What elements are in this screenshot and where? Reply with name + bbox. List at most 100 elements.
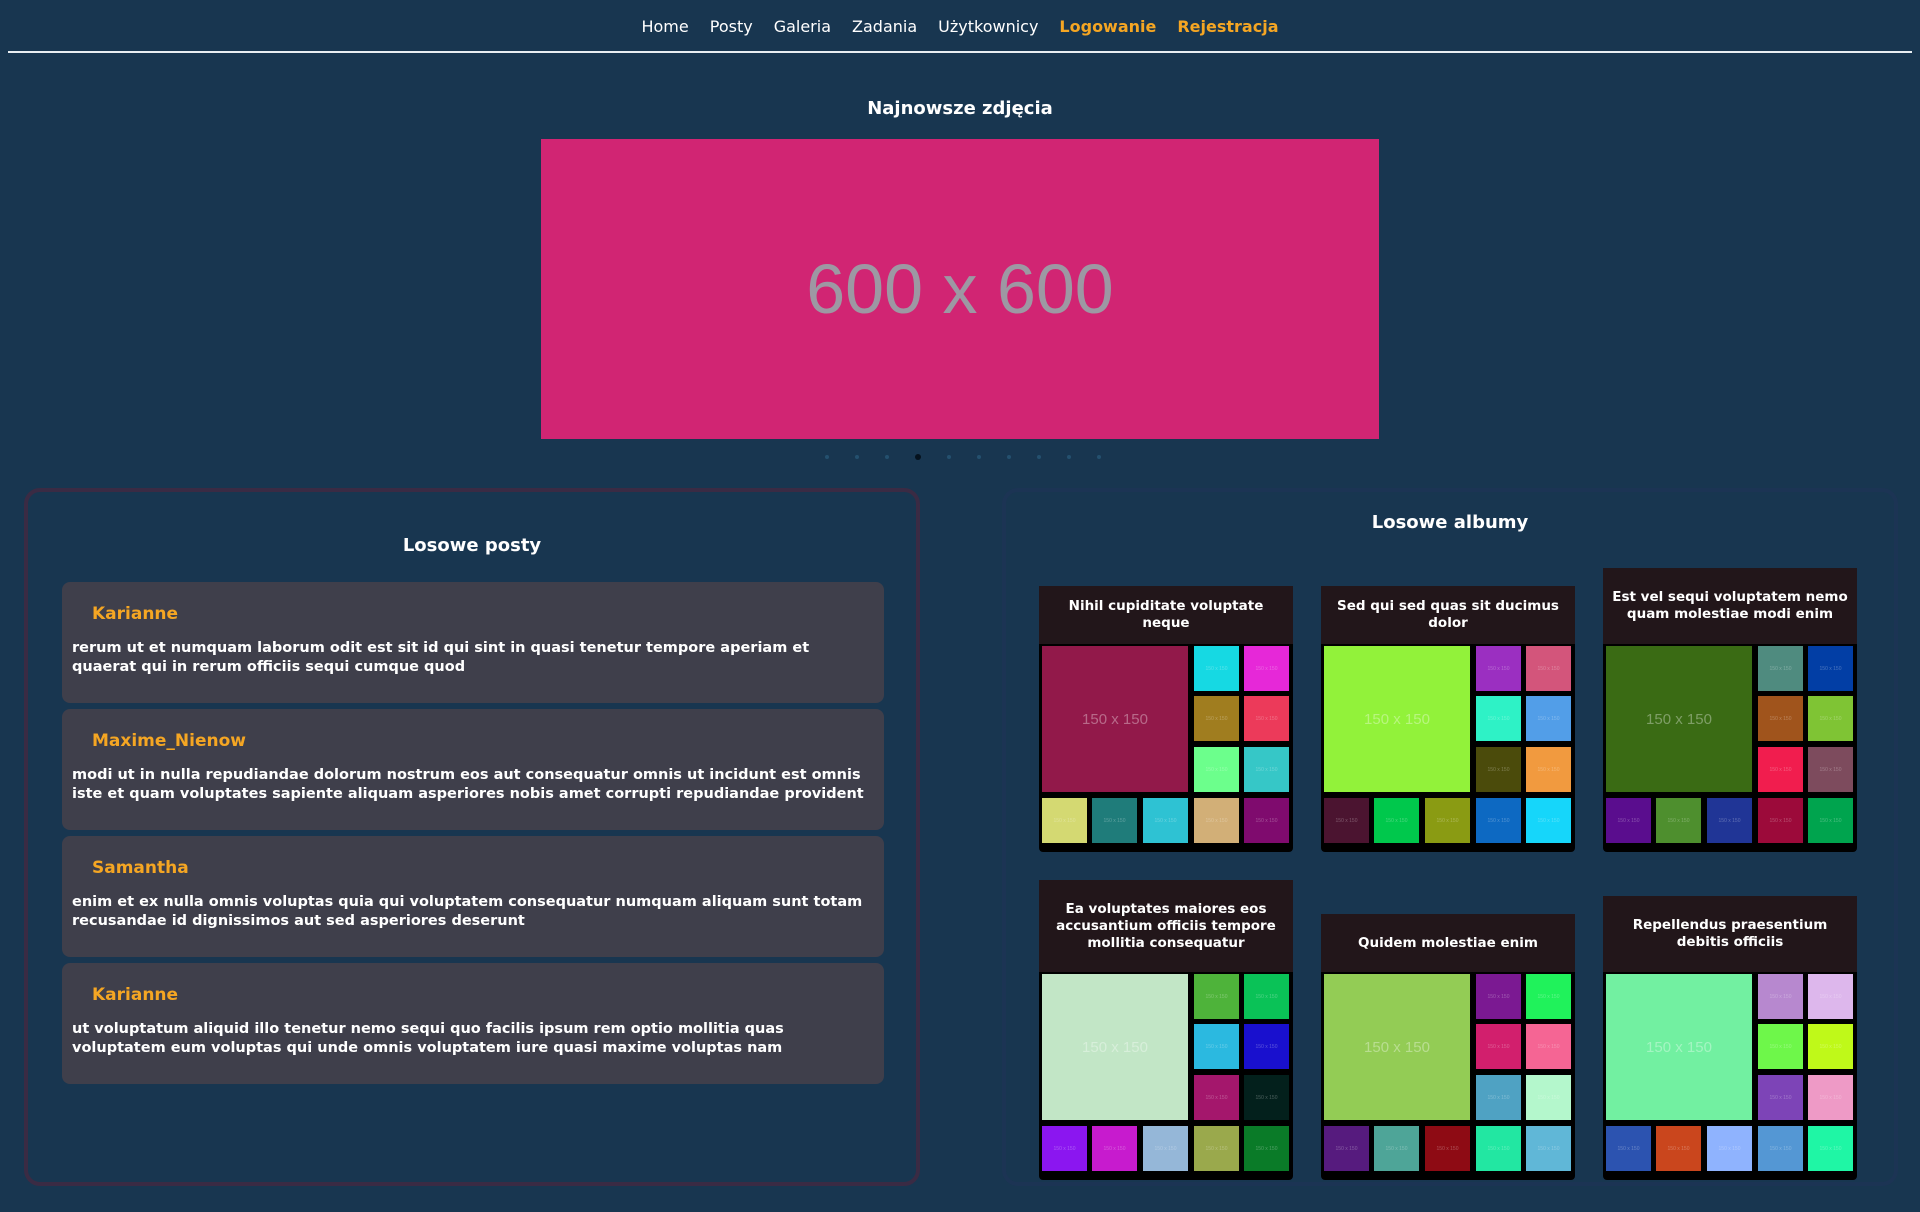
album-thumbnail[interactable]: 150 x 150 [1476, 747, 1521, 792]
album-thumbnail[interactable]: 150 x 150 [1324, 798, 1369, 843]
album-thumbnail[interactable]: 150 x 150 [1526, 646, 1571, 691]
album-thumbnail[interactable]: 150 x 150 [1425, 1126, 1470, 1171]
album-thumbnail[interactable]: 150 x 150 [1194, 974, 1239, 1019]
album-thumbnail[interactable]: 150 x 150 [1758, 798, 1803, 843]
album-title[interactable]: Quidem molestiae enim [1321, 914, 1575, 972]
album-thumbnail[interactable]: 150 x 150 [1606, 974, 1752, 1120]
album-thumbnail[interactable]: 150 x 150 [1758, 1126, 1803, 1171]
album-thumbnail[interactable]: 150 x 150 [1758, 974, 1803, 1019]
album-thumbnail[interactable]: 150 x 150 [1758, 696, 1803, 741]
album-thumbnail[interactable]: 150 x 150 [1606, 1126, 1651, 1171]
album-thumbnail[interactable]: 150 x 150 [1244, 747, 1289, 792]
album-thumbnail[interactable]: 150 x 150 [1143, 1126, 1188, 1171]
album-thumbnail[interactable]: 150 x 150 [1526, 747, 1571, 792]
album-thumbnail[interactable]: 150 x 150 [1324, 1126, 1369, 1171]
nav-link-zadania[interactable]: Zadania [852, 17, 917, 36]
album-thumbnail[interactable]: 150 x 150 [1194, 696, 1239, 741]
album-thumbnail[interactable]: 150 x 150 [1476, 696, 1521, 741]
album-thumbnail[interactable]: 150 x 150 [1092, 798, 1137, 843]
carousel-dot[interactable] [1067, 455, 1071, 459]
album-thumbnail[interactable]: 150 x 150 [1092, 1126, 1137, 1171]
carousel-dot[interactable] [977, 455, 981, 459]
album-thumbnail[interactable]: 150 x 150 [1324, 646, 1470, 792]
album-thumbnail[interactable]: 150 x 150 [1194, 646, 1239, 691]
album-thumbnail[interactable]: 150 x 150 [1526, 1075, 1571, 1120]
album-card[interactable]: Nihil cupiditate voluptate neque 150 x 15… [1039, 586, 1293, 852]
album-thumbnail[interactable]: 150 x 150 [1526, 696, 1571, 741]
album-thumbnail[interactable]: 150 x 150 [1194, 1024, 1239, 1069]
nav-link-galeria[interactable]: Galeria [774, 17, 831, 36]
post-card[interactable]: Maxime_Nienow modi ut in nulla repudianda… [62, 709, 884, 830]
nav-link-home[interactable]: Home [641, 17, 688, 36]
album-title[interactable]: Sed qui sed quas sit ducimus dolor [1321, 586, 1575, 644]
album-thumbnail[interactable]: 150 x 150 [1808, 798, 1853, 843]
album-thumbnail[interactable]: 150 x 150 [1244, 1075, 1289, 1120]
carousel-dot[interactable] [885, 455, 889, 459]
album-thumbnail[interactable]: 150 x 150 [1042, 974, 1188, 1120]
album-thumbnail[interactable]: 150 x 150 [1194, 1075, 1239, 1120]
album-thumbnail[interactable]: 150 x 150 [1526, 974, 1571, 1019]
carousel-image[interactable]: 600 x 600 [541, 139, 1379, 439]
post-author[interactable]: Karianne [92, 985, 178, 1005]
post-author[interactable]: Karianne [92, 604, 178, 624]
album-title[interactable]: Ea voluptates maiores eos accusantium of… [1039, 880, 1293, 972]
album-thumbnail[interactable]: 150 x 150 [1808, 1126, 1853, 1171]
album-thumbnail[interactable]: 150 x 150 [1808, 974, 1853, 1019]
post-card[interactable]: Samantha enim et ex nulla omnis voluptas … [62, 836, 884, 957]
album-thumbnail[interactable]: 150 x 150 [1808, 696, 1853, 741]
album-thumbnail[interactable]: 150 x 150 [1476, 974, 1521, 1019]
nav-link-login[interactable]: Logowanie [1059, 17, 1156, 36]
album-thumbnail[interactable]: 150 x 150 [1526, 1126, 1571, 1171]
album-card[interactable]: Sed qui sed quas sit ducimus dolor 150 x … [1321, 586, 1575, 852]
album-thumbnail[interactable]: 150 x 150 [1707, 1126, 1752, 1171]
album-card[interactable]: Ea voluptates maiores eos accusantium of… [1039, 880, 1293, 1180]
album-thumbnail[interactable]: 150 x 150 [1042, 646, 1188, 792]
album-thumbnail[interactable]: 150 x 150 [1476, 646, 1521, 691]
album-title[interactable]: Repellendus praesentium debitis officiis [1603, 896, 1857, 972]
album-thumbnail[interactable]: 150 x 150 [1324, 974, 1470, 1120]
album-thumbnail[interactable]: 150 x 150 [1476, 1126, 1521, 1171]
album-thumbnail[interactable]: 150 x 150 [1042, 1126, 1087, 1171]
album-thumbnail[interactable]: 150 x 150 [1526, 798, 1571, 843]
album-thumbnail[interactable]: 150 x 150 [1143, 798, 1188, 843]
album-thumbnail[interactable]: 150 x 150 [1374, 1126, 1419, 1171]
album-thumbnail[interactable]: 150 x 150 [1758, 1075, 1803, 1120]
carousel-dot[interactable] [947, 455, 951, 459]
album-thumbnail[interactable]: 150 x 150 [1526, 1024, 1571, 1069]
album-thumbnail[interactable]: 150 x 150 [1194, 798, 1239, 843]
album-thumbnail[interactable]: 150 x 150 [1707, 798, 1752, 843]
album-thumbnail[interactable]: 150 x 150 [1656, 1126, 1701, 1171]
carousel-dot[interactable] [1007, 455, 1011, 459]
album-thumbnail[interactable]: 150 x 150 [1606, 646, 1752, 792]
album-thumbnail[interactable]: 150 x 150 [1656, 798, 1701, 843]
album-thumbnail[interactable]: 150 x 150 [1194, 747, 1239, 792]
album-thumbnail[interactable]: 150 x 150 [1606, 798, 1651, 843]
album-thumbnail[interactable]: 150 x 150 [1194, 1126, 1239, 1171]
album-thumbnail[interactable]: 150 x 150 [1374, 798, 1419, 843]
album-thumbnail[interactable]: 150 x 150 [1244, 646, 1289, 691]
album-thumbnail[interactable]: 150 x 150 [1476, 798, 1521, 843]
album-thumbnail[interactable]: 150 x 150 [1808, 1075, 1853, 1120]
post-card[interactable]: Karianne rerum ut et numquam laborum odit… [62, 582, 884, 703]
album-thumbnail[interactable]: 150 x 150 [1808, 747, 1853, 792]
album-thumbnail[interactable]: 150 x 150 [1808, 1024, 1853, 1069]
album-title[interactable]: Est vel sequi voluptatem nemo quam moles… [1603, 568, 1857, 644]
nav-link-posty[interactable]: Posty [710, 17, 753, 36]
carousel-dot[interactable] [825, 455, 829, 459]
carousel-dot[interactable] [915, 454, 921, 460]
nav-link-register[interactable]: Rejestracja [1177, 17, 1278, 36]
album-thumbnail[interactable]: 150 x 150 [1244, 1126, 1289, 1171]
album-thumbnail[interactable]: 150 x 150 [1244, 798, 1289, 843]
album-thumbnail[interactable]: 150 x 150 [1758, 747, 1803, 792]
album-thumbnail[interactable]: 150 x 150 [1244, 974, 1289, 1019]
album-thumbnail[interactable]: 150 x 150 [1244, 1024, 1289, 1069]
nav-link-u-ytkownicy[interactable]: Użytkownicy [938, 17, 1038, 36]
album-title[interactable]: Nihil cupiditate voluptate neque [1039, 586, 1293, 644]
album-card[interactable]: Quidem molestiae enim 150 x 150 150 x 150 1… [1321, 914, 1575, 1180]
album-thumbnail[interactable]: 150 x 150 [1042, 798, 1087, 843]
album-card[interactable]: Est vel sequi voluptatem nemo quam moles… [1603, 568, 1857, 852]
post-card[interactable]: Karianne ut voluptatum aliquid illo tenet… [62, 963, 884, 1084]
album-thumbnail[interactable]: 150 x 150 [1425, 798, 1470, 843]
album-thumbnail[interactable]: 150 x 150 [1476, 1024, 1521, 1069]
album-thumbnail[interactable]: 150 x 150 [1476, 1075, 1521, 1120]
